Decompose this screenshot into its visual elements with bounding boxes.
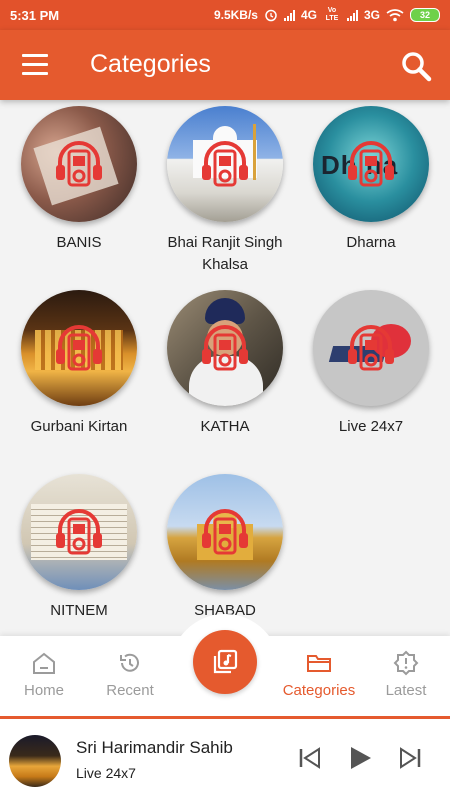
- nav-item-latest[interactable]: Latest: [366, 650, 446, 699]
- nav-item-recent[interactable]: Recent: [90, 650, 170, 699]
- status-icons: 9.5KB/s 4G Vo LTE 3G 32: [214, 7, 440, 23]
- status-bar: 5:31 PM 9.5KB/s 4G Vo LTE 3G 32: [0, 0, 450, 30]
- headphones-player-icon: [56, 141, 102, 187]
- network-type-1: 4G: [300, 8, 317, 22]
- play-icon[interactable]: [347, 745, 373, 771]
- headphones-player-icon: [202, 325, 248, 371]
- nav-item-categories[interactable]: Categories: [274, 650, 364, 699]
- volte-label: Vo LTE: [325, 7, 339, 22]
- category-label: Live 24x7: [338, 418, 404, 435]
- nav-label: Recent: [106, 682, 154, 699]
- nav-label: Categories: [282, 682, 356, 699]
- music-library-icon: [213, 649, 238, 674]
- category-item-dharna[interactable]: Dh na Dharna: [298, 106, 444, 254]
- headphones-player-icon: [348, 325, 394, 371]
- category-item-shabad[interactable]: SHABAD: [152, 474, 298, 622]
- network-speed: 9.5KB/s: [213, 8, 258, 22]
- skip-next-icon[interactable]: [397, 745, 423, 771]
- category-label: Gurbani Kirtan: [30, 418, 128, 435]
- headphones-player-icon: [202, 509, 248, 555]
- folder-icon: [307, 655, 331, 672]
- bottom-navigation: Home Recent Categories Latest: [0, 614, 450, 716]
- alert-badge-icon: [393, 650, 419, 676]
- category-thumb: [21, 106, 137, 222]
- headphones-player-icon: [348, 141, 394, 187]
- category-item-bhai-ranjit-singh-khalsa[interactable]: Bhai Ranjit Singh Khalsa: [152, 106, 298, 276]
- category-item-nitnem[interactable]: NITNEM: [6, 474, 152, 622]
- status-time: 5:31 PM: [10, 7, 60, 23]
- category-label: Dharna: [346, 234, 396, 251]
- nav-label: Latest: [385, 682, 427, 699]
- network-type-2: 3G: [363, 8, 380, 22]
- headphones-player-icon: [56, 509, 102, 555]
- mini-player[interactable]: Sri Harimandir Sahib Live 24x7: [0, 719, 450, 800]
- category-thumb: [21, 290, 137, 406]
- nav-label: Home: [23, 682, 64, 699]
- category-label: NITNEM: [50, 602, 108, 619]
- home-icon: [33, 652, 55, 674]
- nav-item-home[interactable]: Home: [4, 650, 84, 699]
- category-thumb: [167, 474, 283, 590]
- category-thumb: [313, 290, 429, 406]
- player-subtitle: Live 24x7: [76, 765, 136, 781]
- category-thumb: Dh na: [313, 106, 429, 222]
- category-label: Bhai Ranjit Singh Khalsa: [167, 234, 283, 273]
- headphones-player-icon: [56, 325, 102, 371]
- player-title: Sri Harimandir Sahib: [76, 738, 233, 757]
- category-item-gurbani-kirtan[interactable]: Gurbani Kirtan: [6, 290, 152, 438]
- wifi-icon: [386, 8, 404, 21]
- skip-previous-icon[interactable]: [297, 745, 323, 771]
- category-thumb: [21, 474, 137, 590]
- category-label: BANIS: [56, 234, 102, 251]
- category-thumb: [167, 106, 283, 222]
- player-artwork: [9, 735, 61, 787]
- signal-icon-1: [283, 9, 295, 21]
- category-item-banis[interactable]: BANIS: [6, 106, 152, 254]
- page-title: Categories: [90, 50, 211, 78]
- category-thumb: [167, 290, 283, 406]
- battery-icon: 32: [410, 8, 440, 22]
- search-icon[interactable]: [400, 50, 432, 82]
- category-item-live-24x7[interactable]: Live 24x7: [298, 290, 444, 438]
- headphones-player-icon: [202, 141, 248, 187]
- app-bar: Categories: [0, 30, 450, 100]
- signal-icon-2: [346, 9, 358, 21]
- hamburger-menu-icon[interactable]: [22, 54, 48, 76]
- category-item-katha[interactable]: KATHA: [152, 290, 298, 438]
- history-icon: [120, 653, 139, 672]
- alarm-icon: [265, 9, 277, 22]
- music-library-button[interactable]: [193, 630, 257, 694]
- category-label: KATHA: [200, 418, 250, 435]
